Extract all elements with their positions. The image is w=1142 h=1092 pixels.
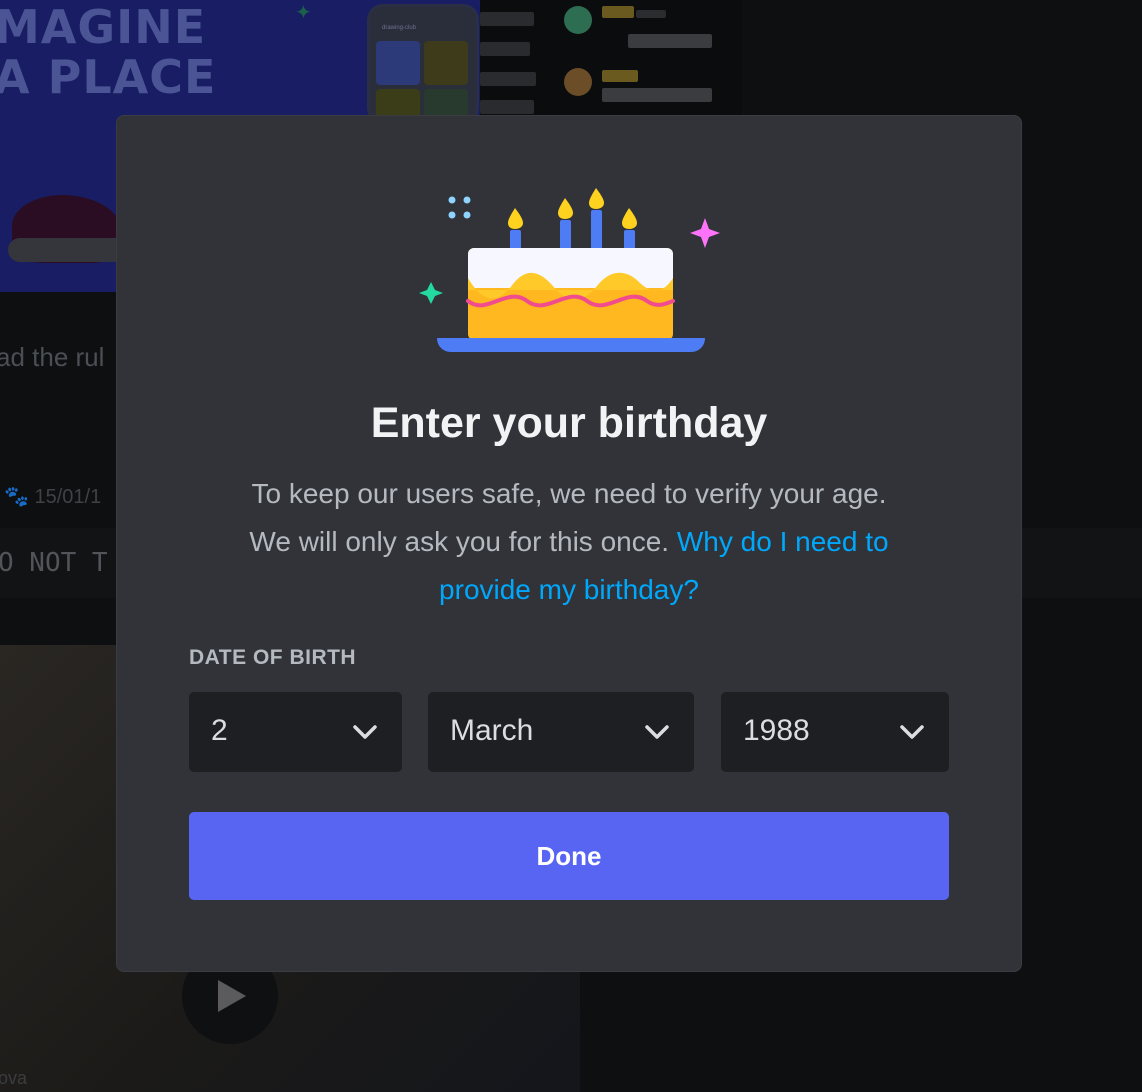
banner-title: MAGINE A PLACE <box>0 0 217 104</box>
done-button-label: Done <box>536 840 602 871</box>
birthday-modal: Enter your birthday To keep our users sa… <box>116 115 1022 972</box>
play-icon <box>218 980 246 1012</box>
chevron-down-icon <box>353 725 377 739</box>
chat-preview <box>480 0 742 115</box>
phone-illustration: drawing-club <box>367 4 479 133</box>
chevron-down-icon <box>900 725 924 739</box>
done-button[interactable]: Done <box>189 812 949 900</box>
birthday-cake-icon <box>419 188 720 352</box>
sparkle-green-icon <box>419 282 443 304</box>
day-select-value: 2 <box>211 714 228 747</box>
sparkle-pink-icon <box>690 218 720 248</box>
avatar <box>564 68 592 96</box>
year-select-value: 1988 <box>743 714 810 747</box>
month-select-value: March <box>450 714 534 747</box>
message-meta: 🐾 15/01/1 <box>4 486 102 508</box>
day-select[interactable]: 2 <box>189 692 402 772</box>
avatar <box>564 6 592 34</box>
month-select[interactable]: March <box>428 692 694 772</box>
modal-description: To keep our users safe, we need to verif… <box>249 478 889 605</box>
sparkle-icon: ✦ <box>295 2 312 24</box>
modal-title: Enter your birthday <box>370 399 768 447</box>
chevron-down-icon <box>645 725 669 739</box>
date-of-birth-label: DATE OF BIRTH <box>189 646 357 669</box>
year-select[interactable]: 1988 <box>721 692 949 772</box>
sparkle-dots-icon <box>448 196 471 219</box>
